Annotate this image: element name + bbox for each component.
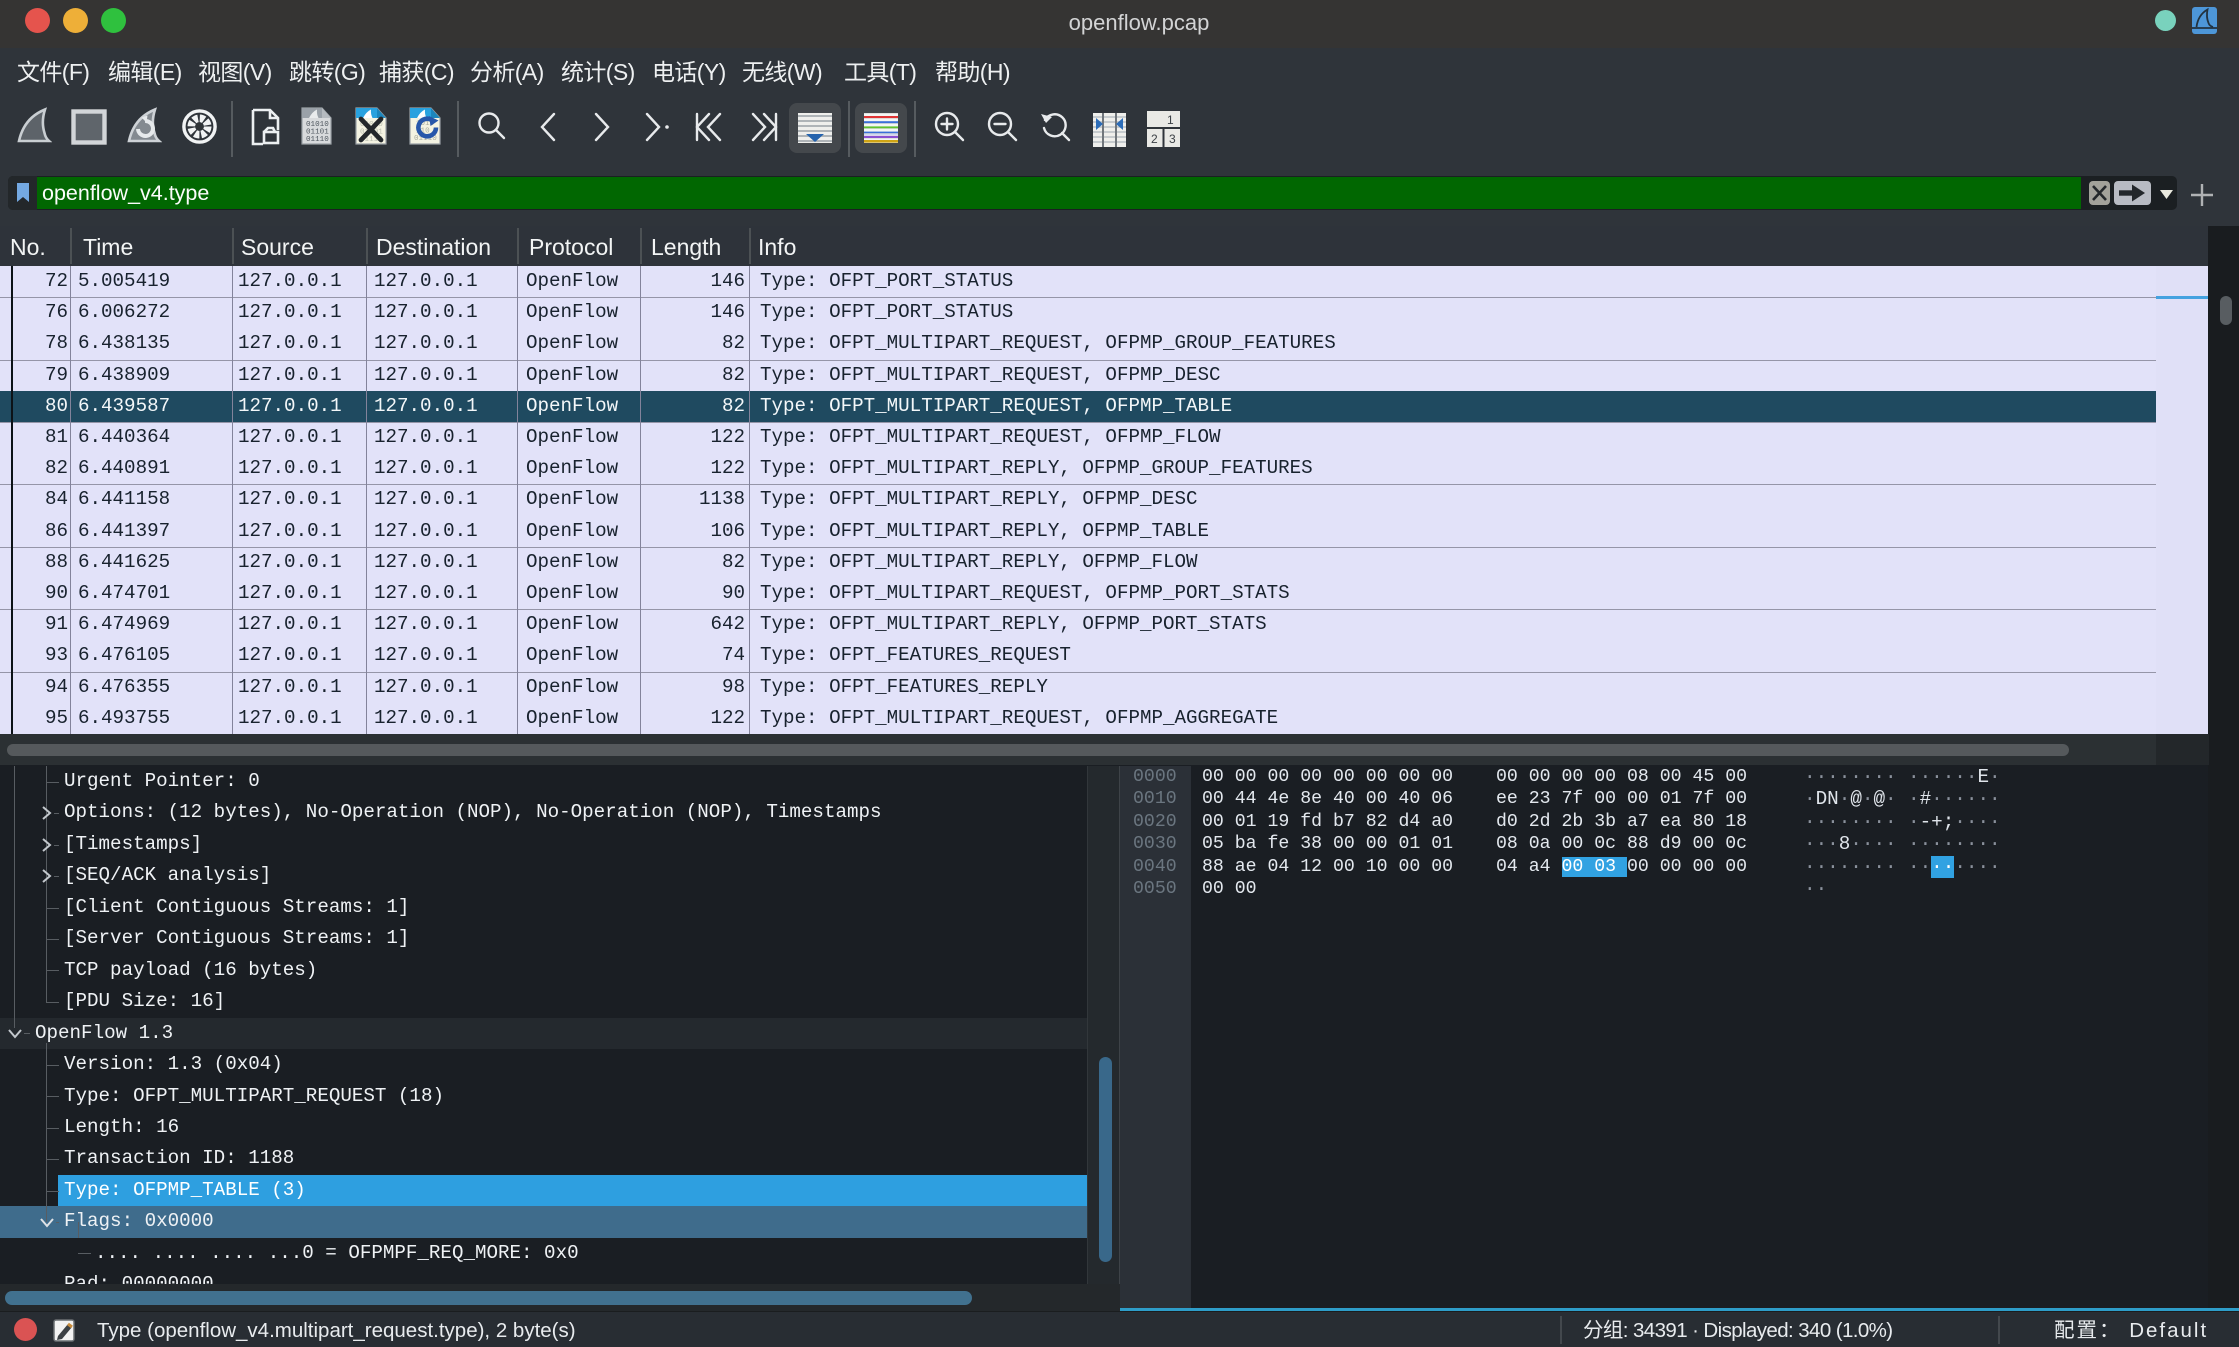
svg-text:2: 2 [1151,132,1158,146]
svg-text:1: 1 [1167,113,1174,127]
svg-text:01110: 01110 [306,136,329,144]
svg-text:3: 3 [1169,132,1176,146]
